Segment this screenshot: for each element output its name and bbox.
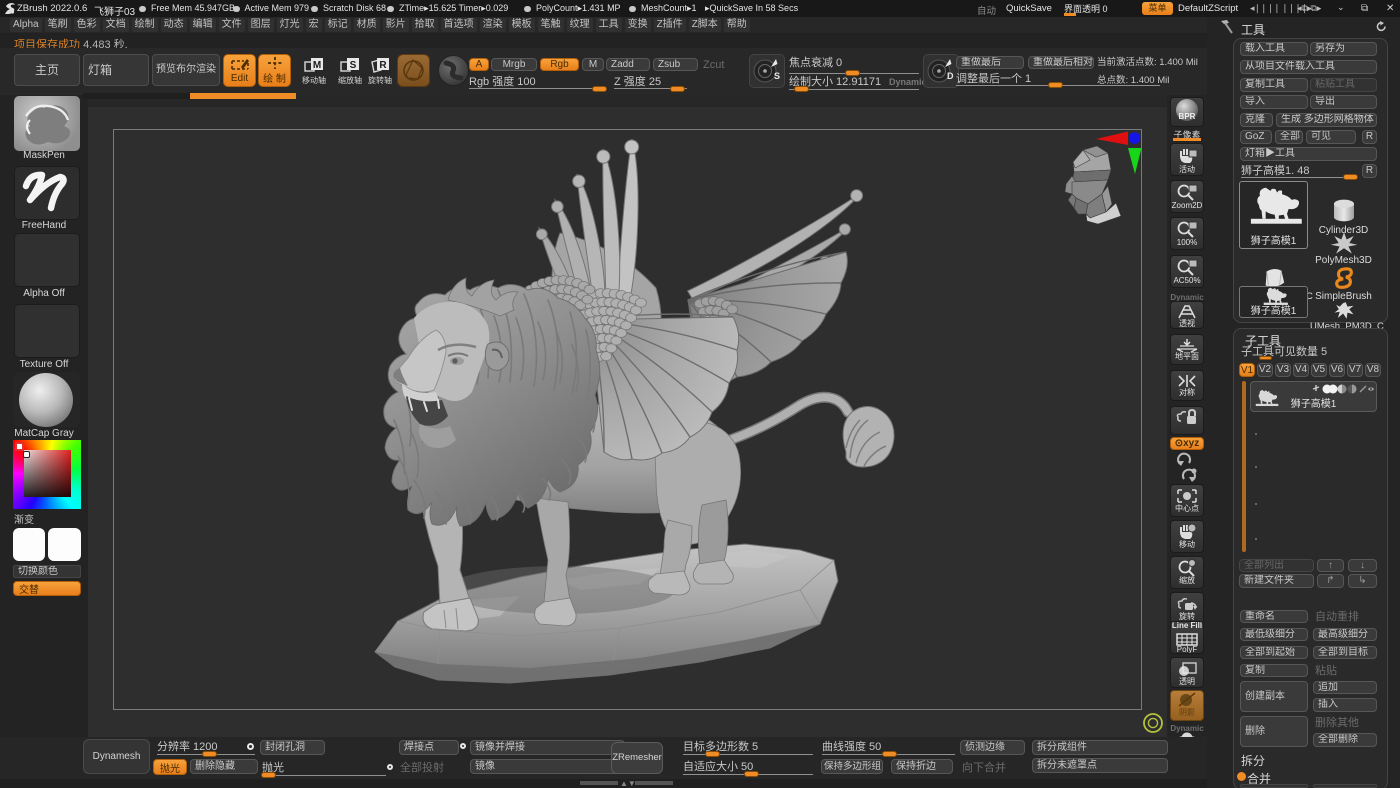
svg-text:S: S — [350, 60, 357, 71]
svg-text:D: D — [947, 71, 954, 81]
svg-text:R: R — [379, 60, 387, 71]
svg-text:M: M — [313, 60, 321, 71]
svg-text:S: S — [774, 71, 780, 81]
